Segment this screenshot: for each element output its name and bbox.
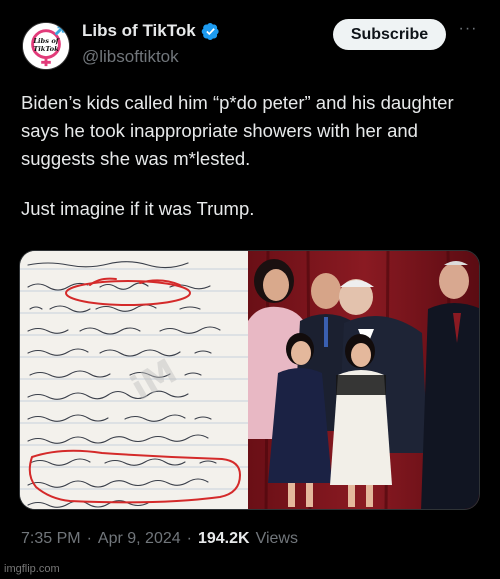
watermark: imgflip.com bbox=[4, 563, 60, 575]
views-count: 194.2K bbox=[197, 530, 250, 547]
tweet-header: Libs of TikTok Libs of TikTok @libsoftik… bbox=[0, 0, 500, 80]
tweet-paragraph-1: Biden’s kids called him “p*do peter” and… bbox=[21, 92, 459, 169]
diary-page-image[interactable]: iM bbox=[20, 251, 248, 509]
avatar[interactable]: Libs of TikTok bbox=[22, 22, 70, 70]
meta-separator: · bbox=[86, 530, 92, 547]
name-row: Libs of TikTok bbox=[82, 21, 220, 41]
diary-page-drawing: iM bbox=[20, 251, 248, 509]
handle[interactable]: @libsoftiktok bbox=[82, 47, 179, 67]
tweet-text: Biden’s kids called him “p*do peter” and… bbox=[21, 89, 486, 223]
svg-text:TikTok: TikTok bbox=[33, 45, 59, 53]
views-label: Views bbox=[255, 530, 298, 547]
photo-drawing bbox=[248, 251, 479, 509]
tweet-time[interactable]: 7:35 PM bbox=[21, 530, 81, 548]
display-name[interactable]: Libs of TikTok bbox=[82, 21, 196, 41]
meta-separator-2: · bbox=[186, 530, 192, 547]
avatar-logo-icon: Libs of TikTok bbox=[23, 23, 69, 69]
tweet-meta: 7:35 PM · Apr 9, 2024 · 194.2K Views bbox=[21, 530, 298, 548]
tweet-paragraph-2: Just imagine if it was Trump. bbox=[21, 198, 255, 219]
photo-image[interactable] bbox=[248, 251, 479, 509]
tweet-date[interactable]: Apr 9, 2024 bbox=[98, 530, 181, 548]
subscribe-button[interactable]: Subscribe bbox=[333, 19, 446, 50]
media-container[interactable]: iM bbox=[19, 250, 480, 510]
verified-badge-icon bbox=[201, 22, 219, 40]
more-options-icon[interactable]: ··· bbox=[457, 21, 479, 42]
